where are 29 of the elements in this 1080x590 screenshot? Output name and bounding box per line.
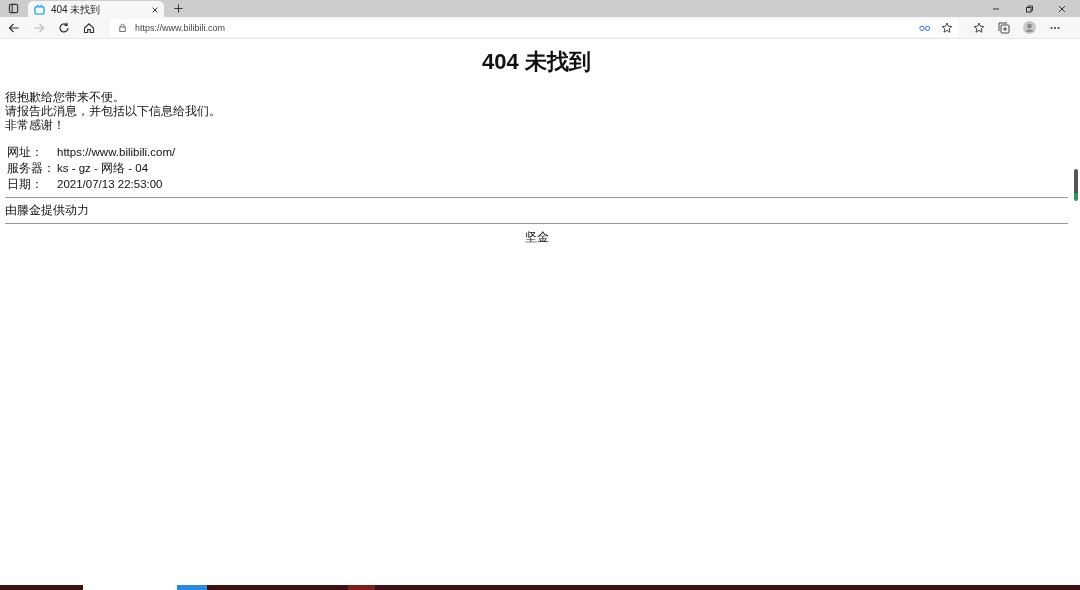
avatar-icon[interactable] <box>1023 21 1036 34</box>
back-icon[interactable] <box>8 21 20 34</box>
scrollbar-thumb[interactable] <box>1074 169 1078 201</box>
restore-icon[interactable] <box>1024 3 1034 14</box>
page-heading: 404 未找到 <box>481 48 592 76</box>
lock-icon <box>118 23 127 32</box>
star-icon[interactable] <box>941 21 953 34</box>
close-icon[interactable] <box>151 5 159 14</box>
tab-title: 404 未找到 <box>51 2 102 17</box>
favorites-icon[interactable] <box>973 21 985 34</box>
new-tab-icon[interactable] <box>174 4 183 13</box>
powered-by-text: 由滕金提供动力 <box>5 203 90 218</box>
refresh-icon[interactable] <box>58 21 70 34</box>
info-value: https://www.bilibili.com/ <box>57 145 176 160</box>
info-label: 网址： <box>7 144 57 160</box>
message-line: 非常感谢！ <box>5 118 66 132</box>
tv-icon <box>34 4 45 15</box>
message-line: 很抱歉给您带来不便。 <box>5 90 126 104</box>
home-icon[interactable] <box>83 21 95 34</box>
info-label: 服务器： <box>7 160 57 176</box>
collections-icon[interactable] <box>998 21 1010 34</box>
close-icon[interactable] <box>1057 3 1067 14</box>
info-value: ks - gz - 网络 - 04 <box>57 161 150 176</box>
message-line: 请报告此消息，并包括以下信息给我们。 <box>5 104 222 118</box>
footer-text: 坚金 <box>524 231 549 243</box>
info-label: 日期： <box>7 176 57 192</box>
address-field[interactable]: https://www.bilibili.com <box>110 18 959 37</box>
info-value: 2021/07/13 22:53:00 <box>57 177 164 192</box>
tab-actions-icon[interactable] <box>8 3 19 14</box>
